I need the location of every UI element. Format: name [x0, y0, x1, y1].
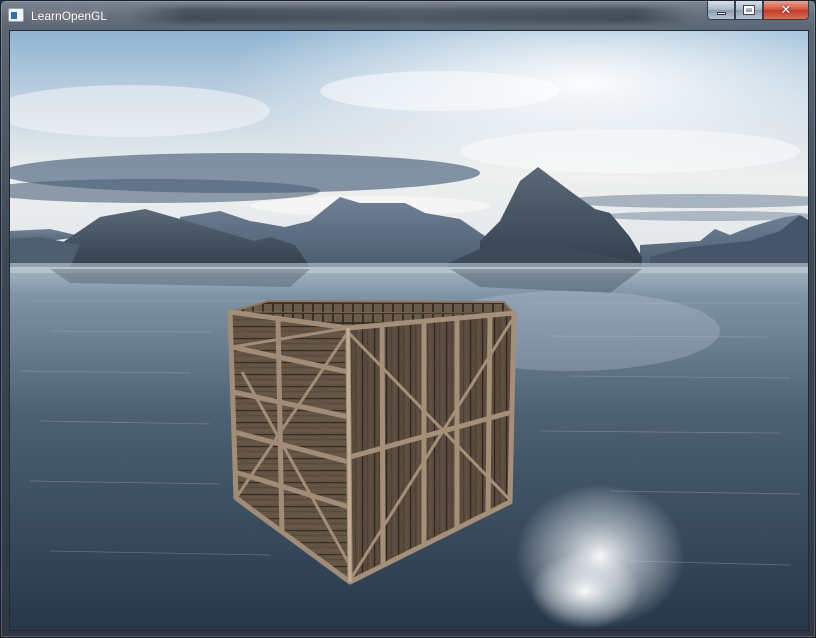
close-button[interactable]: ✕ [763, 1, 809, 20]
sun-glint [530, 553, 640, 629]
rendered-scene [10, 31, 808, 630]
minimize-icon [716, 11, 726, 15]
window-title: LearnOpenGL [31, 9, 108, 23]
maximize-icon [743, 5, 755, 15]
blurred-taskbar-background [131, 7, 691, 23]
title-bar[interactable]: LearnOpenGL ✕ [1, 1, 815, 29]
minimize-button[interactable] [707, 1, 735, 20]
opengl-render-viewport[interactable] [9, 30, 809, 631]
cloud-light [460, 129, 800, 173]
app-window-icon[interactable] [8, 8, 24, 22]
window-caption-buttons: ✕ [707, 1, 809, 21]
maximize-button[interactable] [735, 1, 763, 20]
application-window: LearnOpenGL ✕ [0, 0, 816, 638]
cloud-light [320, 71, 560, 111]
close-icon: ✕ [780, 2, 792, 18]
